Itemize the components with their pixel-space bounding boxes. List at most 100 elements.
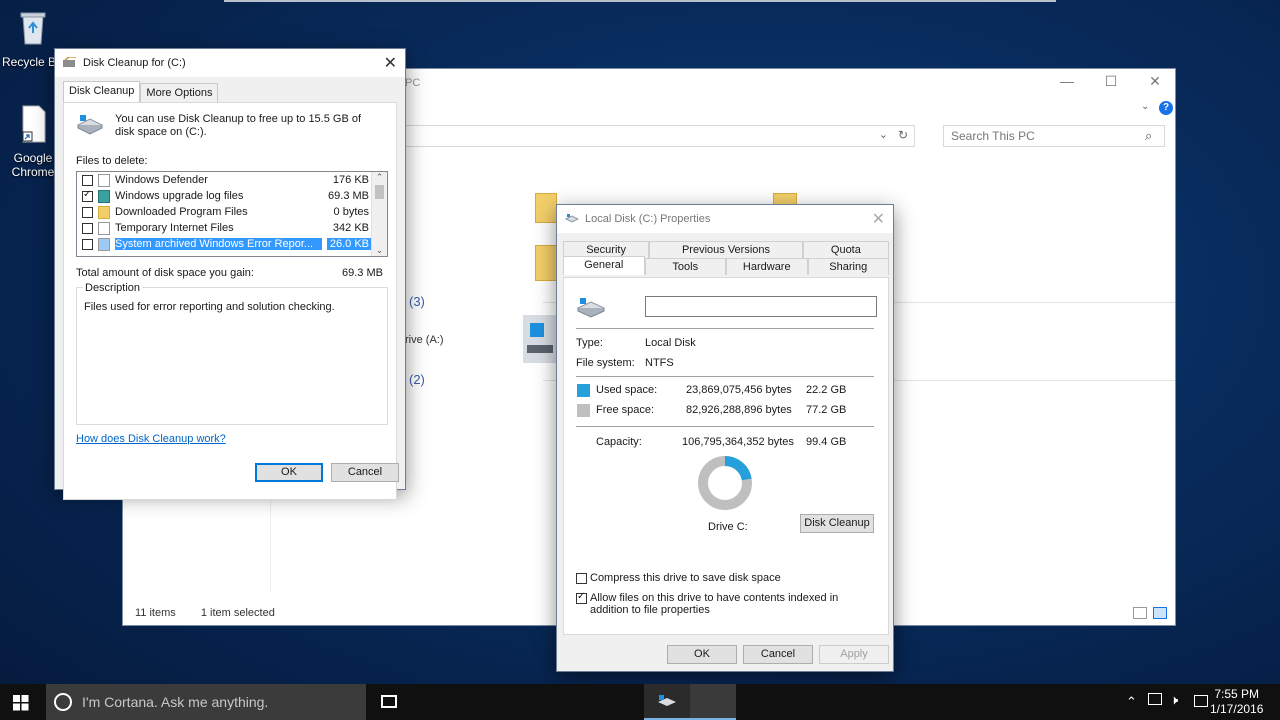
list-scrollbar[interactable]: ⌃ ⌄ [371, 172, 387, 256]
ribbon-expand-icon[interactable]: ⌄ [1141, 101, 1149, 112]
clock-time: 7:55 PM [1214, 687, 1260, 701]
cortana-search-box[interactable]: I'm Cortana. Ask me anything. [46, 684, 366, 720]
dialog-titlebar[interactable]: Disk Cleanup for (C:) ✕ [55, 49, 405, 77]
taskbar-app-disk-cleanup[interactable] [644, 684, 690, 720]
volume-icon[interactable]: 🕨 [1170, 692, 1178, 708]
apply-button[interactable]: Apply [819, 645, 889, 664]
file-icon [98, 173, 110, 187]
files-list[interactable]: Windows Defender 176 KB Windows upgrade … [76, 171, 388, 257]
windows-start-icon[interactable] [13, 695, 29, 711]
minimize-icon[interactable]: — [1045, 73, 1089, 89]
lock-file-icon [98, 221, 110, 235]
scroll-thumb[interactable] [375, 185, 384, 199]
clock[interactable]: 7:55 PM 1/17/2016 [1210, 687, 1263, 717]
folder-icon [98, 205, 110, 219]
background-window-edge [224, 0, 1056, 2]
folder-icon[interactable] [535, 193, 557, 223]
ok-button[interactable]: OK [667, 645, 737, 664]
tab-general[interactable]: General [563, 256, 645, 275]
refresh-icon[interactable]: ↻ [898, 128, 908, 142]
list-item-selected[interactable]: System archived Windows Error Repor... 2… [77, 236, 387, 252]
list-item[interactable]: Temporary Internet Files 342 KB [77, 220, 387, 236]
file-checkbox[interactable] [82, 206, 93, 218]
divider [576, 426, 874, 427]
drive-properties-dialog[interactable]: Local Disk (C:) Properties ✕ Security Pr… [556, 204, 894, 672]
task-view-icon[interactable] [381, 695, 397, 708]
index-checkbox[interactable] [576, 591, 587, 604]
tab-quota[interactable]: Quota [802, 241, 889, 258]
taskbar-app-explorer[interactable] [690, 684, 736, 720]
divider [576, 376, 874, 377]
close-icon[interactable]: ✕ [872, 209, 885, 229]
filesystem-value: NTFS [645, 357, 674, 369]
file-checkbox[interactable] [82, 189, 93, 202]
selection-count: 1 item selected [200, 607, 275, 619]
show-hidden-icons-icon[interactable]: ⌃ [1126, 694, 1137, 710]
recycle-bin-label: Recycle Bin [2, 55, 58, 69]
file-checkbox[interactable] [82, 238, 93, 250]
close-icon[interactable]: ✕ [384, 53, 397, 73]
free-space-gb: 77.2 GB [806, 404, 847, 416]
tab-hardware[interactable]: Hardware [726, 258, 808, 275]
ok-button[interactable]: OK [255, 463, 323, 482]
dialog-tabs: Disk Cleanup More Options [63, 81, 219, 104]
index-option[interactable]: Allow files on this drive to have conten… [576, 591, 876, 616]
details-view-icon[interactable] [1133, 607, 1147, 619]
capacity-bytes: 106,795,364,352 bytes [682, 436, 794, 448]
folder-icon[interactable] [535, 245, 557, 281]
dialog-titlebar[interactable]: Local Disk (C:) Properties ✕ [557, 205, 893, 233]
explorer-title: PC [405, 77, 421, 89]
tab-sharing[interactable]: Sharing [807, 258, 889, 275]
list-item[interactable]: Windows Defender 176 KB [77, 172, 387, 188]
help-link[interactable]: How does Disk Cleanup work? [76, 433, 226, 445]
disk-cleanup-dialog[interactable]: Disk Cleanup for (C:) ✕ Disk Cleanup Mor… [54, 48, 406, 500]
floppy-drive-label[interactable]: rive (A:) [405, 334, 444, 346]
large-icons-view-icon[interactable] [1153, 607, 1167, 619]
system-drive-icon[interactable] [523, 315, 557, 363]
description-label: Description [83, 282, 143, 294]
address-dropdown-icon[interactable]: ⌄ [879, 128, 888, 141]
scroll-up-icon[interactable]: ⌃ [372, 172, 387, 183]
tab-disk-cleanup[interactable]: Disk Cleanup [63, 81, 141, 102]
compress-checkbox[interactable] [576, 572, 587, 584]
close-icon[interactable]: ✕ [1133, 73, 1177, 90]
disk-cleanup-button[interactable]: Disk Cleanup [800, 514, 874, 533]
tab-more-options[interactable]: More Options [140, 83, 219, 104]
index-label: Allow files on this drive to have conten… [590, 592, 839, 616]
action-center-icon[interactable] [1194, 695, 1208, 707]
search-input[interactable]: Search This PC [943, 125, 1165, 147]
cancel-button[interactable]: Cancel [331, 463, 399, 482]
files-to-delete-label: Files to delete: [76, 155, 148, 167]
cortana-placeholder: I'm Cortana. Ask me anything. [82, 694, 269, 710]
dialog-tabs: Security Previous Versions Quota General… [563, 241, 889, 275]
tab-previous-versions[interactable]: Previous Versions [649, 241, 803, 258]
list-item[interactable]: Windows upgrade log files 69.3 MB [77, 188, 387, 204]
filesystem-label: File system: [576, 357, 635, 369]
scroll-down-icon[interactable]: ⌄ [372, 245, 387, 256]
drive-icon [76, 115, 104, 135]
list-item[interactable]: Downloaded Program Files 0 bytes [77, 204, 387, 220]
log-file-icon [98, 189, 110, 203]
free-space-bytes: 82,926,288,896 bytes [686, 404, 792, 416]
dialog-title: Disk Cleanup for (C:) [83, 57, 186, 69]
compress-option[interactable]: Compress this drive to save disk space [576, 572, 781, 584]
file-checkbox[interactable] [82, 222, 93, 234]
network-count: (2) [409, 372, 425, 387]
network-icon[interactable] [1148, 693, 1162, 705]
free-space-swatch [577, 404, 590, 417]
volume-name-input[interactable] [645, 296, 877, 317]
type-label: Type: [576, 337, 603, 349]
capacity-label: Capacity: [596, 436, 642, 448]
clock-date: 1/17/2016 [1210, 702, 1264, 716]
file-checkbox[interactable] [82, 174, 93, 186]
disk-cleanup-app-icon [658, 695, 676, 706]
cancel-button[interactable]: Cancel [743, 645, 813, 664]
tab-tools[interactable]: Tools [644, 258, 726, 275]
status-bar: 11 items 1 item selected [135, 607, 297, 619]
help-icon[interactable]: ? [1159, 101, 1173, 115]
maximize-icon[interactable]: ☐ [1089, 73, 1133, 90]
recycle-bin-icon [20, 12, 46, 45]
taskbar: I'm Cortana. Ask me anything. ⌃ 🕨 7:55 P… [0, 684, 1280, 720]
total-value: 69.3 MB [342, 267, 383, 279]
description-text: Files used for error reporting and solut… [84, 301, 335, 313]
